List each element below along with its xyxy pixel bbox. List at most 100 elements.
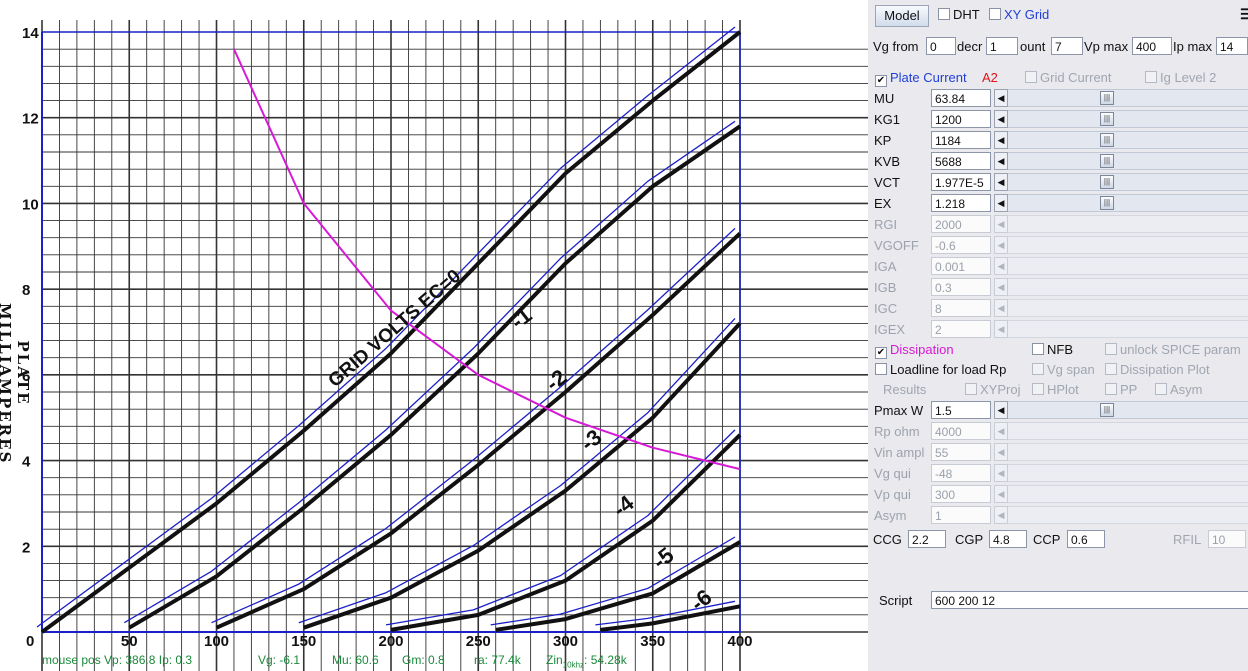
chevron-left-icon[interactable]: ◀: [994, 215, 1008, 233]
dissipation-plot-checkbox[interactable]: Dissipation Plot: [1105, 362, 1210, 377]
chevron-left-icon[interactable]: ◀: [994, 401, 1008, 419]
nfb-checkbox-box[interactable]: [1032, 343, 1044, 355]
loadline-checkbox[interactable]: Loadline for load Rp: [875, 362, 1006, 377]
igb-slider[interactable]: ◀: [994, 278, 1248, 296]
vg-qui-slider-track[interactable]: [1008, 464, 1248, 482]
dht-checkbox-box[interactable]: [938, 8, 950, 20]
rp-ohm-slider-track[interactable]: [1008, 422, 1248, 440]
igex-input[interactable]: 2: [931, 320, 991, 338]
kvb-slider-thumb[interactable]: |||: [1100, 154, 1114, 168]
vp-qui-slider[interactable]: ◀: [994, 485, 1248, 503]
chevron-left-icon[interactable]: ◀: [994, 236, 1008, 254]
vct-slider-track[interactable]: |||: [1008, 173, 1248, 191]
rgi-input[interactable]: 2000: [931, 215, 991, 233]
igb-input[interactable]: 0.3: [931, 278, 991, 296]
chevron-left-icon[interactable]: ◀: [994, 257, 1008, 275]
chevron-left-icon[interactable]: ◀: [994, 131, 1008, 149]
pmax-w-input[interactable]: 1.5: [931, 401, 991, 419]
vct-input[interactable]: 1.977E-5: [931, 173, 991, 191]
ex-slider[interactable]: ◀ |||: [994, 194, 1248, 212]
kg1-slider[interactable]: ◀ |||: [994, 110, 1248, 128]
plate-current-checkbox-box[interactable]: ✔: [875, 75, 887, 87]
vp-max-input[interactable]: 400: [1132, 37, 1172, 55]
rp-ohm-slider[interactable]: ◀: [994, 422, 1248, 440]
igc-slider-track[interactable]: [1008, 299, 1248, 317]
vct-slider[interactable]: ◀ |||: [994, 173, 1248, 191]
nfb-checkbox[interactable]: NFB: [1032, 342, 1073, 357]
chevron-left-icon[interactable]: ◀: [994, 422, 1008, 440]
xyproj-checkbox-box[interactable]: [965, 383, 977, 395]
asym-slider-track[interactable]: [1008, 506, 1248, 524]
rp-ohm-input[interactable]: 4000: [931, 422, 991, 440]
xyproj-checkbox[interactable]: XYProj: [965, 382, 1020, 397]
vgoff-slider[interactable]: ◀: [994, 236, 1248, 254]
menu-icon[interactable]: ☰: [1240, 6, 1248, 23]
pp-checkbox-box[interactable]: [1105, 383, 1117, 395]
kvb-input[interactable]: 5688: [931, 152, 991, 170]
cgp-input[interactable]: 4.8: [989, 530, 1027, 548]
decr-input[interactable]: 1: [986, 37, 1018, 55]
unlock-spice-checkbox[interactable]: unlock SPICE param: [1105, 342, 1241, 357]
script-input[interactable]: 600 200 12: [931, 591, 1248, 609]
kvb-slider-track[interactable]: |||: [1008, 152, 1248, 170]
model-button[interactable]: Model: [875, 5, 929, 27]
chevron-left-icon[interactable]: ◀: [994, 194, 1008, 212]
ip-max-input[interactable]: 14: [1216, 37, 1248, 55]
vg-span-checkbox[interactable]: Vg span: [1032, 362, 1095, 377]
vct-slider-thumb[interactable]: |||: [1100, 175, 1114, 189]
kg1-input[interactable]: 1200: [931, 110, 991, 128]
vg-qui-slider[interactable]: ◀: [994, 464, 1248, 482]
chevron-left-icon[interactable]: ◀: [994, 464, 1008, 482]
chevron-left-icon[interactable]: ◀: [994, 299, 1008, 317]
vp-qui-input[interactable]: 300: [931, 485, 991, 503]
igc-input[interactable]: 8: [931, 299, 991, 317]
kg1-slider-thumb[interactable]: |||: [1100, 112, 1114, 126]
ex-input[interactable]: 1.218: [931, 194, 991, 212]
pmax-w-slider-thumb[interactable]: |||: [1100, 403, 1114, 417]
ig-level2-checkbox[interactable]: Ig Level 2: [1145, 70, 1216, 85]
mu-slider-thumb[interactable]: |||: [1100, 91, 1114, 105]
grid-current-checkbox-box[interactable]: [1025, 71, 1037, 83]
rgi-slider-track[interactable]: [1008, 215, 1248, 233]
mu-slider[interactable]: ◀ |||: [994, 89, 1248, 107]
iga-input[interactable]: 0.001: [931, 257, 991, 275]
asym-input[interactable]: 1: [931, 506, 991, 524]
kp-slider-thumb[interactable]: |||: [1100, 133, 1114, 147]
dissipation-checkbox[interactable]: ✔ Dissipation: [875, 342, 954, 359]
count-input[interactable]: 7: [1051, 37, 1083, 55]
asym-checkbox[interactable]: Asym: [1155, 382, 1203, 397]
vgoff-slider-track[interactable]: [1008, 236, 1248, 254]
iga-slider[interactable]: ◀: [994, 257, 1248, 275]
loadline-checkbox-box[interactable]: [875, 363, 887, 375]
mu-input[interactable]: 63.84: [931, 89, 991, 107]
vg-from-input[interactable]: 0: [926, 37, 956, 55]
kp-slider-track[interactable]: |||: [1008, 131, 1248, 149]
xy-grid-checkbox[interactable]: XY Grid: [989, 7, 1049, 22]
vg-qui-input[interactable]: -48: [931, 464, 991, 482]
chevron-left-icon[interactable]: ◀: [994, 173, 1008, 191]
ex-slider-track[interactable]: |||: [1008, 194, 1248, 212]
dissipation-checkbox-box[interactable]: ✔: [875, 347, 887, 359]
ccp-input[interactable]: 0.6: [1067, 530, 1105, 548]
igb-slider-track[interactable]: [1008, 278, 1248, 296]
ex-slider-thumb[interactable]: |||: [1100, 196, 1114, 210]
rfil-input[interactable]: 10: [1208, 530, 1246, 548]
igex-slider-track[interactable]: [1008, 320, 1248, 338]
rgi-slider[interactable]: ◀: [994, 215, 1248, 233]
vg-span-checkbox-box[interactable]: [1032, 363, 1044, 375]
plate-curve-graph[interactable]: 0 50 100 150 200 250 300 350 400 14 12 10 8 6 4 2 GRID V…: [0, 0, 868, 671]
chevron-left-icon[interactable]: ◀: [994, 320, 1008, 338]
vp-qui-slider-track[interactable]: [1008, 485, 1248, 503]
vin-ampl-slider[interactable]: ◀: [994, 443, 1248, 461]
ccg-input[interactable]: 2.2: [908, 530, 946, 548]
chevron-left-icon[interactable]: ◀: [994, 152, 1008, 170]
pmax-w-slider-track[interactable]: |||: [1008, 401, 1248, 419]
chevron-left-icon[interactable]: ◀: [994, 110, 1008, 128]
vgoff-input[interactable]: -0.6: [931, 236, 991, 254]
chart-canvas[interactable]: 0 50 100 150 200 250 300 350 4001412108642GRID V…: [0, 0, 868, 671]
chevron-left-icon[interactable]: ◀: [994, 443, 1008, 461]
igc-slider[interactable]: ◀: [994, 299, 1248, 317]
vin-ampl-slider-track[interactable]: [1008, 443, 1248, 461]
kp-slider[interactable]: ◀ |||: [994, 131, 1248, 149]
xy-grid-checkbox-box[interactable]: [989, 8, 1001, 20]
